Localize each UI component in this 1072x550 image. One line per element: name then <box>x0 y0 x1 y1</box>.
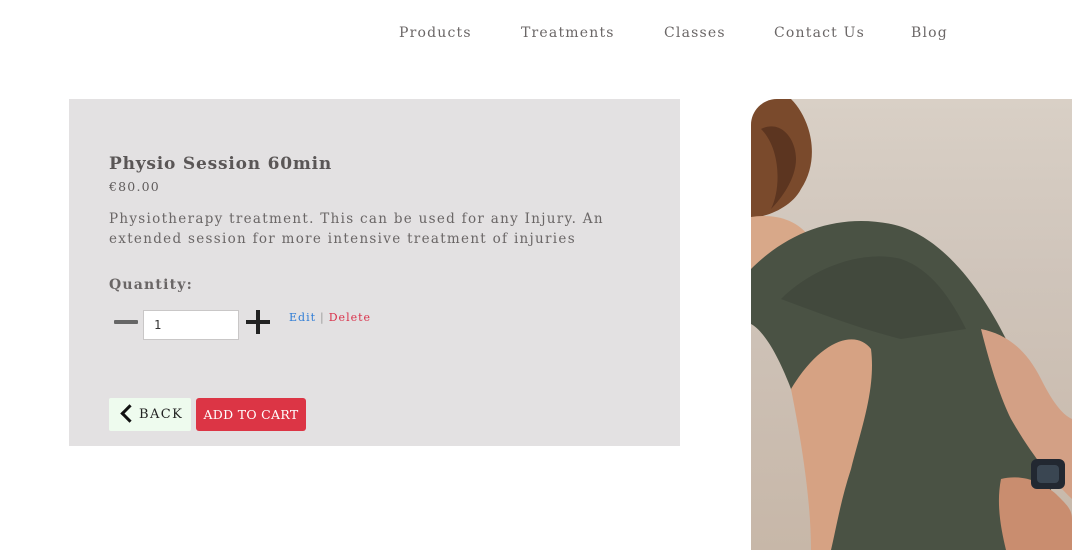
delete-link[interactable]: Delete <box>329 311 371 324</box>
nav-link-treatments[interactable]: Treatments <box>521 25 615 41</box>
back-button-label: BACK <box>139 407 184 422</box>
chevron-left-icon <box>120 404 139 423</box>
admin-links: Edit | Delete <box>289 311 371 324</box>
product-image <box>751 99 1072 550</box>
minus-icon[interactable] <box>113 309 139 335</box>
nav-link-classes[interactable]: Classes <box>664 25 726 41</box>
treatment-photo-illustration <box>751 99 1072 550</box>
plus-icon[interactable] <box>245 309 271 335</box>
quantity-label: Quantity: <box>109 277 193 293</box>
edit-link[interactable]: Edit <box>289 311 316 324</box>
product-detail-panel: Physio Session 60min €80.00 Physiotherap… <box>69 99 680 446</box>
product-description: Physiotherapy treatment. This can be use… <box>109 211 604 247</box>
quantity-input[interactable] <box>143 310 239 340</box>
main-nav: Products Treatments Classes Contact Us B… <box>0 25 1072 45</box>
nav-link-blog[interactable]: Blog <box>911 25 948 41</box>
nav-link-products[interactable]: Products <box>399 25 472 41</box>
product-title: Physio Session 60min <box>109 154 333 174</box>
nav-link-contact-us[interactable]: Contact Us <box>774 25 865 41</box>
back-button[interactable]: BACK <box>109 398 191 431</box>
add-to-cart-button[interactable]: ADD TO CART <box>196 398 306 431</box>
separator: | <box>320 311 325 324</box>
product-price: €80.00 <box>109 179 160 194</box>
